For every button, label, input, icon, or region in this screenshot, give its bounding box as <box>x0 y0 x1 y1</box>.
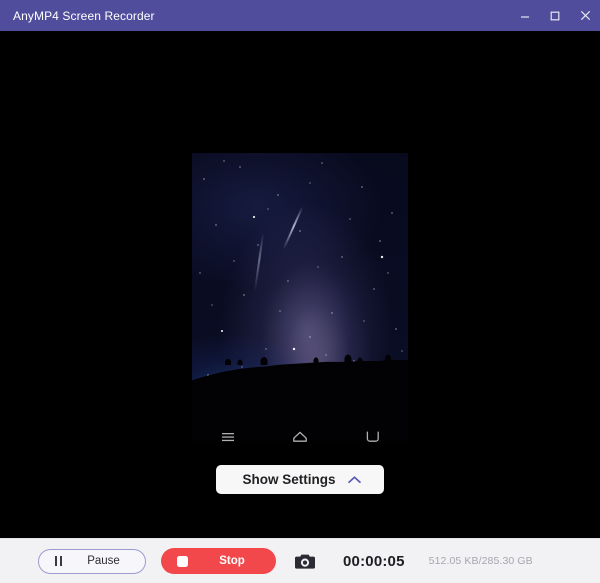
recording-preview-stage: Show Settings <box>0 31 600 538</box>
recording-timer: 00:00:05 <box>343 552 405 570</box>
android-nav-bar <box>192 424 408 450</box>
pause-button[interactable]: Pause <box>38 548 146 574</box>
back-icon <box>366 431 379 442</box>
pause-icon <box>55 556 62 566</box>
stop-button[interactable]: Stop <box>161 548 276 574</box>
camera-icon <box>295 554 315 569</box>
window-controls <box>510 0 600 31</box>
home-icon <box>293 431 307 442</box>
title-bar[interactable]: AnyMP4 Screen Recorder <box>0 0 600 31</box>
nav-back-button[interactable] <box>355 425 389 449</box>
recording-control-bar: Pause Stop 00:00:05 512.05 KB/285.30 GB <box>0 538 600 583</box>
maximize-icon <box>550 11 560 20</box>
nav-home-button[interactable] <box>283 425 317 449</box>
preview-photo <box>192 153 408 441</box>
pause-button-label: Pause <box>87 555 120 567</box>
maximize-button[interactable] <box>540 0 570 31</box>
snapshot-button[interactable] <box>292 549 318 573</box>
minimize-button[interactable] <box>510 0 540 31</box>
storage-status: 512.05 KB/285.30 GB <box>428 555 533 567</box>
show-settings-button[interactable]: Show Settings <box>216 465 384 494</box>
nav-menu-button[interactable] <box>211 425 245 449</box>
minimize-icon <box>521 15 529 18</box>
show-settings-container: Show Settings <box>0 465 600 494</box>
chevron-up-icon <box>347 475 361 483</box>
close-icon <box>580 10 590 21</box>
app-window: AnyMP4 Screen Recorder Show Settings Pau… <box>0 0 600 583</box>
close-button[interactable] <box>570 0 600 31</box>
show-settings-label: Show Settings <box>242 472 336 487</box>
stop-square-icon <box>177 555 188 567</box>
menu-icon <box>222 433 234 442</box>
stop-button-label: Stop <box>219 555 245 567</box>
app-title: AnyMP4 Screen Recorder <box>13 8 155 23</box>
